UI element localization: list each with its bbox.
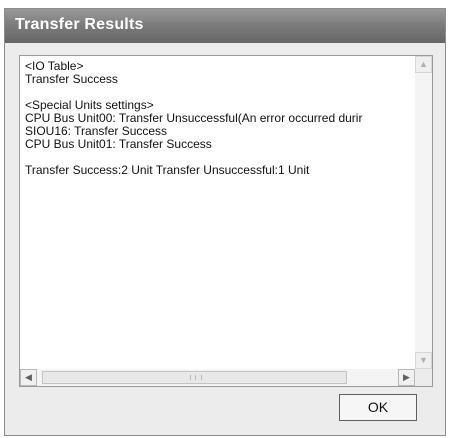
results-text-area[interactable]: <IO Table> Transfer Success <Special Uni… bbox=[19, 55, 433, 387]
result-line: CPU Bus Unit01: Transfer Success bbox=[25, 137, 212, 151]
window-title: Transfer Results bbox=[15, 16, 144, 33]
title-bar[interactable]: Transfer Results bbox=[5, 9, 445, 43]
transfer-results-dialog: Transfer Results <IO Table> Transfer Suc… bbox=[4, 8, 446, 436]
result-line: Transfer Success bbox=[25, 72, 118, 86]
result-line: Transfer Success:2 Unit Transfer Unsucce… bbox=[25, 163, 310, 177]
scroll-corner bbox=[415, 369, 432, 386]
chevron-up-icon[interactable]: ▲ bbox=[415, 56, 432, 73]
scroll-grip bbox=[190, 375, 202, 380]
chevron-down-icon[interactable]: ▼ bbox=[415, 352, 432, 369]
horizontal-scroll-thumb[interactable] bbox=[42, 371, 347, 384]
results-content: <IO Table> Transfer Success <Special Uni… bbox=[25, 60, 412, 177]
ok-button[interactable]: OK bbox=[339, 394, 417, 421]
horizontal-scrollbar[interactable]: ◀ ▶ bbox=[20, 369, 415, 386]
vertical-scrollbar[interactable]: ▲ ▼ bbox=[415, 56, 432, 369]
chevron-left-icon[interactable]: ◀ bbox=[20, 369, 37, 386]
chevron-right-icon[interactable]: ▶ bbox=[398, 369, 415, 386]
